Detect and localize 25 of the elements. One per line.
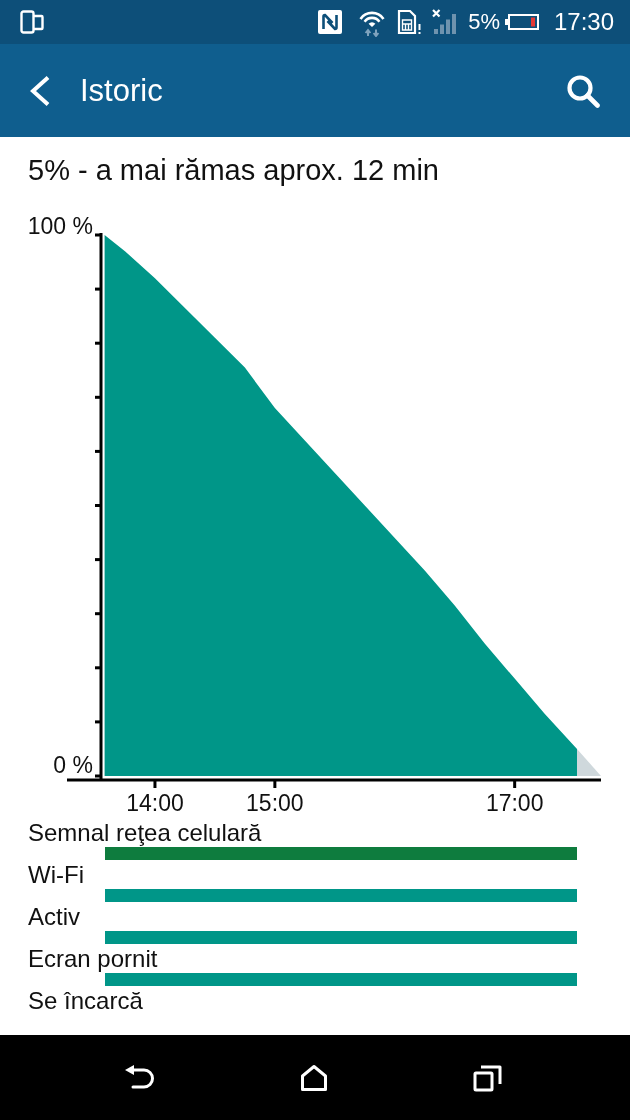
activity-label: Activ [28,905,80,929]
screen-title: Istoric [80,72,163,109]
back-button[interactable] [28,73,52,108]
activity-label: Se încarcă [28,989,143,1013]
axis-label: 15:00 [246,790,304,816]
battery-percent: 5% [468,9,500,35]
axis-label: 100 % [27,213,93,239]
battery-icon [504,14,539,30]
sim-card-icon [397,9,424,35]
home-icon [300,1063,328,1092]
back-arrow-icon [124,1063,156,1092]
nfc-icon [318,10,343,34]
phone-icon [20,10,44,34]
activity-label: Wi-Fi [28,863,84,887]
search-icon [566,73,600,108]
recents-icon [473,1063,503,1092]
clock: 17:30 [553,8,614,36]
axis-label: 0 % [53,752,93,778]
chevron-left-icon [29,74,51,107]
activity-label: Semnal reţea celulară [28,821,262,845]
search-button[interactable] [565,72,601,109]
battery-summary: 5% - a mai rămas aprox. 12 min [28,153,439,187]
activity-label: Ecran pornit [28,947,158,971]
axis-label: 17:00 [485,790,544,816]
axis-label: 14:00 [126,790,184,816]
